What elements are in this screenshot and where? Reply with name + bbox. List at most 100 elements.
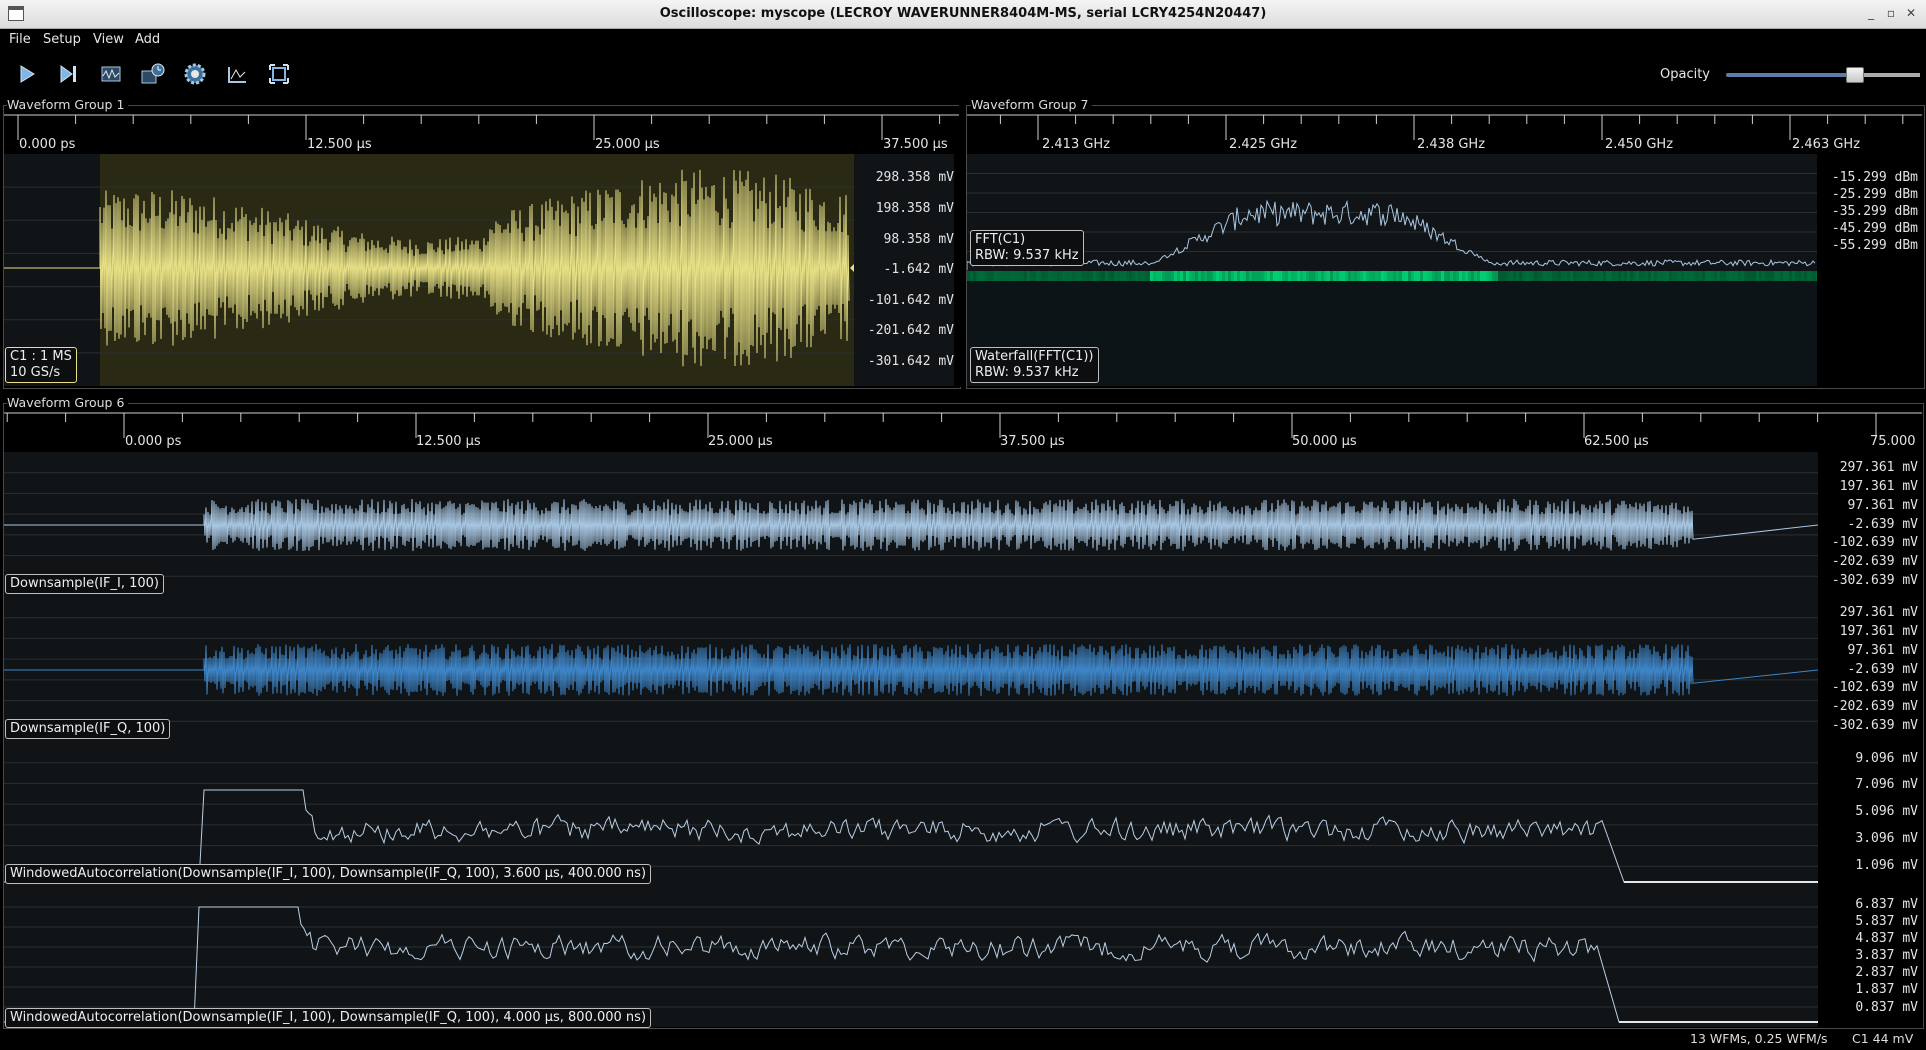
waveform-plot-autocorrelation-2[interactable]	[4, 887, 1818, 1027]
waveform-label-autocorrelation-1[interactable]: WindowedAutocorrelation(Downsample(IF_I,…	[5, 864, 652, 884]
waterfall-row	[1342, 271, 1345, 281]
settings-icon[interactable]	[180, 59, 210, 89]
y-axis-label: 3.837 mV	[1855, 948, 1918, 963]
menu-bar: File Setup View Add	[0, 29, 1926, 51]
y-axis-label: 7.096 mV	[1855, 777, 1918, 792]
splitter-handle[interactable]	[959, 105, 964, 387]
y-axis-label: -2.639 mV	[1847, 662, 1918, 677]
channel-label-c1[interactable]: C1 : 1 MS 10 GS/s	[5, 347, 77, 383]
waterfall-row	[1042, 271, 1045, 281]
waterfall-row	[1258, 271, 1261, 281]
waterfall-row	[1720, 271, 1723, 281]
waterfall-row	[1216, 271, 1219, 281]
waterfall-row	[1615, 271, 1618, 281]
waterfall-row	[1225, 271, 1228, 281]
fullscreen-icon[interactable]	[264, 59, 294, 89]
waterfall-row	[1405, 271, 1408, 281]
waterfall-row	[1666, 271, 1669, 281]
waterfall-row	[1810, 271, 1813, 281]
waveform-icon[interactable]	[96, 59, 126, 89]
waterfall-row	[1384, 271, 1387, 281]
opacity-slider-thumb[interactable]	[1846, 67, 1864, 83]
waterfall-row	[1414, 271, 1417, 281]
waterfall-row	[1654, 271, 1657, 281]
menu-add[interactable]: Add	[135, 32, 160, 47]
waterfall-row	[1408, 271, 1411, 281]
waterfall-row	[1174, 271, 1177, 281]
waterfall-row	[1600, 271, 1603, 281]
waterfall-row	[1036, 271, 1039, 281]
y-axis-label: 5.837 mV	[1855, 914, 1918, 929]
maximize-button[interactable]: ▫	[1882, 5, 1900, 21]
waterfall-row	[1159, 271, 1162, 281]
waterfall-row	[994, 271, 997, 281]
time-ruler[interactable]	[4, 114, 959, 154]
waterfall-row	[1192, 271, 1195, 281]
y-axis-label: -102.639 mV	[1831, 680, 1918, 695]
opacity-slider[interactable]	[1726, 73, 1920, 77]
waterfall-row	[1468, 271, 1471, 281]
close-button[interactable]: ✕	[1902, 5, 1920, 21]
waterfall-row	[1396, 271, 1399, 281]
waveform-label-if-q[interactable]: Downsample(IF_Q, 100)	[5, 719, 171, 739]
fft-plot[interactable]	[967, 154, 1817, 271]
y-axis-label: -302.639 mV	[1831, 573, 1918, 588]
menu-setup[interactable]: Setup	[43, 32, 81, 47]
waterfall-row	[1369, 271, 1372, 281]
y-axis-label: -15.299 dBm	[1831, 170, 1918, 185]
waterfall-row	[1492, 271, 1495, 281]
waterfall-row	[1507, 271, 1510, 281]
waterfall-row	[1618, 271, 1621, 281]
start-icon[interactable]	[12, 59, 42, 89]
waterfall-row	[1381, 271, 1384, 281]
fft-label[interactable]: FFT(C1) RBW: 9.537 kHz	[970, 230, 1084, 266]
waterfall-row	[1060, 271, 1063, 281]
y-axis-label: -55.299 dBm	[1831, 238, 1918, 253]
tick-label: 0.000 ps	[125, 434, 182, 449]
waterfall-row	[1570, 271, 1573, 281]
opacity-label: Opacity	[1660, 67, 1711, 82]
waterfall-row	[1261, 271, 1264, 281]
waterfall-row	[1708, 271, 1711, 281]
waterfall-row	[1795, 271, 1798, 281]
waterfall-row	[1441, 271, 1444, 281]
waterfall-row	[1009, 271, 1012, 281]
plot-background	[4, 887, 1818, 1027]
waterfall-row	[1780, 271, 1783, 281]
waterfall-row	[1243, 271, 1246, 281]
waterfall-row	[1588, 271, 1591, 281]
y-axis-label: 97.361 mV	[1847, 643, 1918, 658]
waterfall-label[interactable]: Waterfall(FFT(C1)) RBW: 9.537 kHz	[970, 347, 1099, 383]
waterfall-row	[1069, 271, 1072, 281]
waterfall-row	[1744, 271, 1747, 281]
y-axis-label: -101.642 mV	[867, 293, 954, 308]
waterfall-row	[1660, 271, 1663, 281]
waterfall-row	[1297, 271, 1300, 281]
waterfall-row	[1729, 271, 1732, 281]
single-trigger-icon[interactable]	[54, 59, 84, 89]
waterfall-row	[1525, 271, 1528, 281]
waterfall-row	[1678, 271, 1681, 281]
waterfall-row	[1672, 271, 1675, 281]
waterfall-row	[1669, 271, 1672, 281]
waterfall-row	[1447, 271, 1450, 281]
waveform-label-autocorrelation-2[interactable]: WindowedAutocorrelation(Downsample(IF_I,…	[5, 1008, 652, 1028]
waterfall-row	[1300, 271, 1303, 281]
waveform-label-if-i[interactable]: Downsample(IF_I, 100)	[5, 574, 164, 594]
waterfall-row	[1423, 271, 1426, 281]
history-icon[interactable]	[138, 59, 168, 89]
waveform-plot-if-i[interactable]	[4, 452, 1818, 597]
waterfall-row	[1207, 271, 1210, 281]
waterfall-row	[1204, 271, 1207, 281]
waveform-plot-if-q[interactable]	[4, 597, 1818, 742]
autoscale-icon[interactable]	[222, 59, 252, 89]
waterfall-row	[1798, 271, 1801, 281]
minimize-button[interactable]: _	[1862, 5, 1880, 21]
menu-file[interactable]: File	[9, 32, 31, 47]
fft-name: FFT(C1)	[975, 232, 1026, 247]
menu-view[interactable]: View	[93, 32, 124, 47]
waterfall-row	[1723, 271, 1726, 281]
waterfall-row	[1813, 271, 1816, 281]
waterfall-row	[1528, 271, 1531, 281]
waveform-plot-c1[interactable]	[4, 154, 956, 386]
